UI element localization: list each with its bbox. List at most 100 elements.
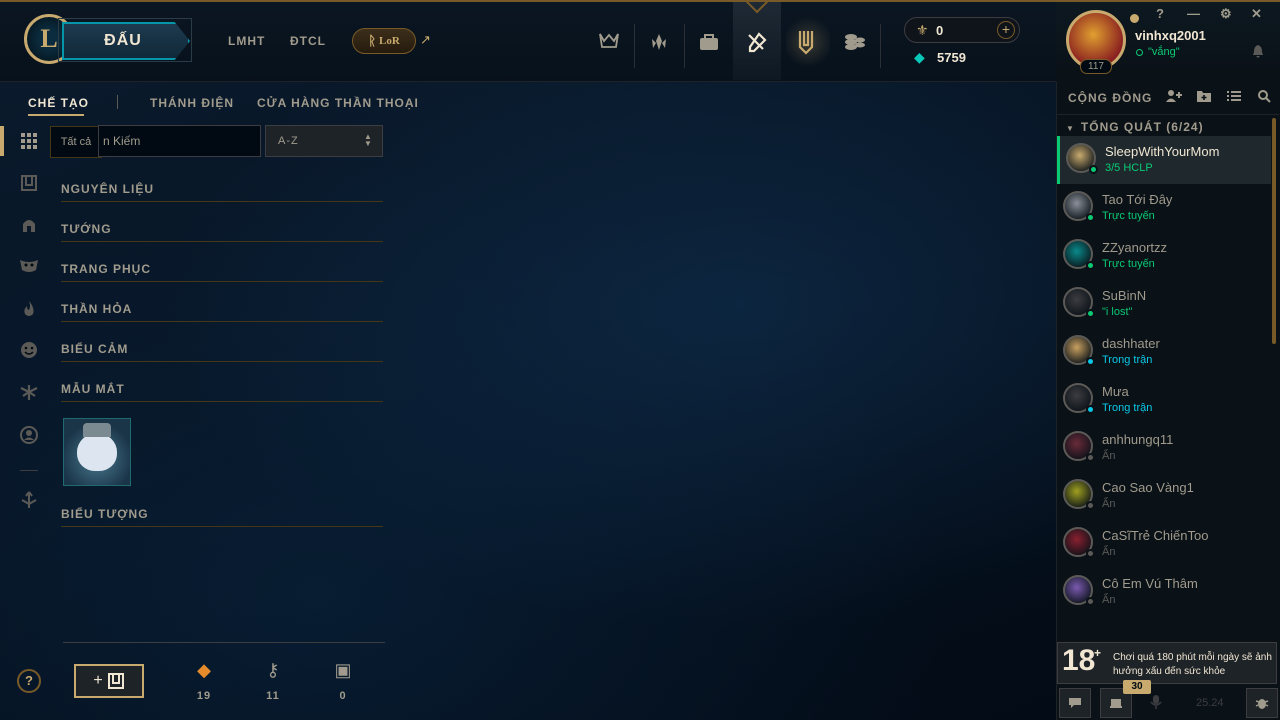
- friend-name: anhhungq11: [1102, 432, 1174, 447]
- status-indicator: [1136, 49, 1143, 56]
- friend-status: Trực tuyến: [1102, 258, 1155, 270]
- rp-icon: ⚜: [916, 22, 929, 38]
- chest-icon: [107, 673, 124, 689]
- ward-icon[interactable]: [17, 380, 41, 404]
- play-button[interactable]: ĐẤU: [62, 22, 190, 60]
- nav-link-lmht[interactable]: LMHT: [228, 34, 265, 48]
- search-icon[interactable]: [1257, 89, 1271, 106]
- friend-row[interactable]: anhhungq11 Ẩn: [1057, 424, 1271, 472]
- friend-status-dot: [1086, 501, 1095, 510]
- tab-mythic-shop[interactable]: CỬA HÀNG THẦN THOẠI: [257, 96, 419, 110]
- help-button[interactable]: ?: [17, 669, 41, 693]
- friend-row[interactable]: Mưa Trong trận: [1057, 376, 1271, 424]
- lor-button[interactable]: ᚱ LoR: [352, 28, 416, 54]
- client-version: 25.24: [1196, 697, 1224, 709]
- user-status[interactable]: "vắng": [1148, 46, 1180, 58]
- friend-name: CaSĩTrẻ ChiếnToo: [1102, 528, 1209, 543]
- bug-report-button[interactable]: [1246, 688, 1278, 718]
- friend-row[interactable]: CaSĩTrẻ ChiếnToo Ẩn: [1057, 520, 1271, 568]
- friend-name: SleepWithYourMom: [1105, 144, 1220, 159]
- filter-tooltip: Tất cả: [50, 126, 102, 158]
- missions-badge: 30: [1123, 680, 1151, 694]
- microphone-icon[interactable]: [1150, 694, 1162, 713]
- rail-active-indicator: [0, 126, 4, 156]
- friend-group-header[interactable]: ▼ TỔNG QUÁT (6/24): [1066, 120, 1204, 134]
- friend-name: dashhater: [1102, 336, 1160, 351]
- ranked-icon[interactable]: [639, 20, 679, 64]
- settings-icon[interactable]: ⚙: [1220, 6, 1232, 22]
- poro-hat: [83, 423, 111, 437]
- minimize-icon[interactable]: —: [1187, 6, 1200, 21]
- buy-rp-button[interactable]: +: [997, 21, 1015, 39]
- friend-row[interactable]: SleepWithYourMom 3/5 HCLP: [1057, 136, 1271, 184]
- section-skins[interactable]: TRANG PHỤC: [61, 262, 383, 282]
- add-folder-icon[interactable]: [1196, 89, 1212, 106]
- trophy-icon[interactable]: [589, 20, 629, 64]
- nav-divider: [634, 24, 635, 68]
- username[interactable]: vinhxq2001: [1135, 28, 1206, 43]
- close-icon[interactable]: ✕: [1251, 6, 1262, 22]
- chest-filter-icon[interactable]: [17, 171, 41, 195]
- friend-status: Ẩn: [1102, 546, 1116, 558]
- grid-icon[interactable]: [17, 129, 41, 153]
- friend-row[interactable]: ZZyanortzz Trực tuyến: [1057, 232, 1271, 280]
- friend-row[interactable]: SuBinN "i lost": [1057, 280, 1271, 328]
- help-icon[interactable]: ?: [1156, 6, 1164, 21]
- sort-arrows-icon: ▲ ▼: [364, 132, 372, 148]
- blue-essence-icon: ◆: [914, 49, 925, 65]
- friend-name: Cao Sao Vàng1: [1102, 480, 1194, 495]
- key-count: 11: [266, 690, 280, 702]
- friend-row[interactable]: dashhater Trong trận: [1057, 328, 1271, 376]
- profile-icon[interactable]: [17, 423, 41, 447]
- age-rating: 18: [1062, 644, 1096, 677]
- level-badge: 117: [1080, 59, 1112, 74]
- friend-status-dot: [1089, 165, 1098, 174]
- friend-row[interactable]: Tao Tới Đây Trực tuyến: [1057, 184, 1271, 232]
- add-friend-icon[interactable]: [1165, 89, 1183, 106]
- list-icon[interactable]: [1226, 89, 1242, 106]
- chevron-down-icon: ▼: [1066, 124, 1075, 133]
- friend-status-dot: [1086, 405, 1095, 414]
- rp-amount: 0: [936, 23, 944, 38]
- friend-status-dot: [1086, 309, 1095, 318]
- lor-label: LoR: [379, 35, 400, 47]
- age-rating-plus: +: [1094, 646, 1102, 660]
- friend-status: Trong trận: [1102, 402, 1153, 414]
- friend-row[interactable]: Cô Em Vú Thâm Ẩn: [1057, 568, 1271, 616]
- clash-icon[interactable]: [786, 20, 826, 64]
- tab-craft[interactable]: CHẾ TẠO: [28, 96, 89, 110]
- flame-icon[interactable]: [17, 297, 41, 321]
- bell-icon[interactable]: [1252, 44, 1264, 61]
- orange-essence-count: 19: [196, 690, 212, 702]
- section-champions[interactable]: TƯỚNG: [61, 222, 383, 242]
- collection-icon[interactable]: [689, 20, 729, 64]
- friend-status: Trong trận: [1102, 354, 1153, 366]
- ward-skin-item[interactable]: [63, 418, 131, 486]
- section-ward-skins[interactable]: MẪU MẮT: [61, 382, 383, 402]
- lor-icon: ᚱ: [368, 33, 377, 48]
- loot-icon[interactable]: [737, 20, 777, 64]
- arrows-icon[interactable]: [17, 488, 41, 512]
- emote-icon[interactable]: [17, 338, 41, 362]
- friend-name: Mưa: [1102, 384, 1129, 399]
- chat-button[interactable]: [1059, 688, 1091, 718]
- section-icons[interactable]: BIỂU TƯỢNG: [61, 507, 383, 527]
- nav-link-tft[interactable]: ĐTCL: [290, 34, 326, 48]
- friend-status-dot: [1086, 213, 1095, 222]
- tab-hall[interactable]: THÁNH ĐIỆN: [150, 96, 234, 110]
- friend-list-scrollbar[interactable]: [1272, 118, 1276, 344]
- key-icon: ⚷: [266, 660, 280, 680]
- section-materials[interactable]: NGUYÊN LIỆU: [61, 182, 383, 202]
- helmet-icon[interactable]: [17, 213, 41, 237]
- friend-name: SuBinN: [1102, 288, 1147, 303]
- friend-name: Tao Tới Đây: [1102, 192, 1173, 207]
- mask-icon[interactable]: [17, 254, 41, 278]
- section-emotes[interactable]: BIỂU CẢM: [61, 342, 383, 362]
- section-eternals[interactable]: THẦN HỎA: [61, 302, 383, 322]
- group-label: TỔNG QUÁT (6/24): [1080, 120, 1204, 134]
- friend-row[interactable]: Cao Sao Vàng1 Ẩn: [1057, 472, 1271, 520]
- craft-chest-button[interactable]: +: [74, 664, 144, 698]
- search-input[interactable]: n Kiếm: [98, 125, 261, 157]
- friend-name: ZZyanortzz: [1102, 240, 1168, 255]
- store-icon[interactable]: [835, 20, 875, 64]
